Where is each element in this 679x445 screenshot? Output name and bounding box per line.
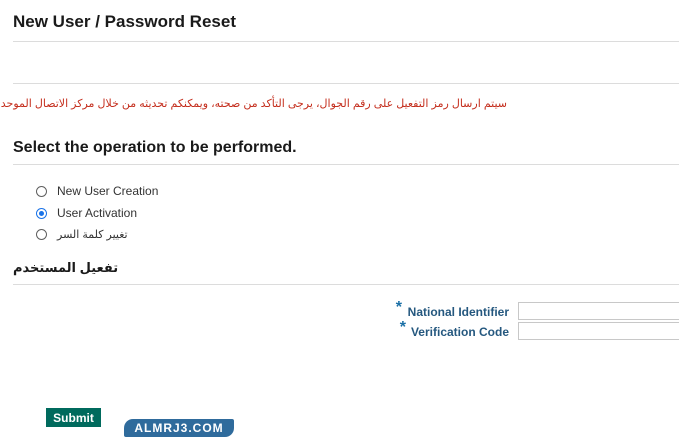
radio-button-unselected[interactable] xyxy=(36,185,47,197)
verification-code-input[interactable] xyxy=(518,322,679,340)
national-identifier-row: * National Identifier xyxy=(0,299,679,320)
activation-divider xyxy=(13,284,679,285)
notice-divider-top xyxy=(13,83,679,84)
required-indicator: * xyxy=(399,319,406,336)
title-divider xyxy=(13,41,679,42)
radio-button-unselected[interactable] xyxy=(36,229,47,240)
user-activation-title: تفعيل المستخدم xyxy=(13,260,119,275)
national-identifier-input[interactable] xyxy=(518,302,679,320)
radio-user-activation[interactable]: User Activation xyxy=(36,206,137,220)
radio-change-password[interactable]: تغيير كلمة السر xyxy=(36,228,128,241)
operation-divider xyxy=(13,164,679,165)
radio-label: New User Creation xyxy=(57,184,159,198)
page-title: New User / Password Reset xyxy=(13,12,236,31)
national-identifier-label: National Identifier xyxy=(407,305,509,319)
radio-new-user-creation[interactable]: New User Creation xyxy=(36,184,158,198)
verification-code-label: Verification Code xyxy=(410,325,509,339)
submit-button[interactable]: Submit xyxy=(46,408,101,427)
radio-label: User Activation xyxy=(57,206,138,220)
required-indicator: * xyxy=(395,299,402,316)
radio-label: تغيير كلمة السر xyxy=(57,229,128,241)
verification-code-row: * Verification Code xyxy=(0,319,679,340)
activation-code-notice: سيتم ارسال رمز التفعيل على رقم الجوال، ي… xyxy=(0,98,507,110)
radio-button-selected[interactable] xyxy=(36,207,47,219)
watermark-logo: ALMRJ3.COM xyxy=(124,419,234,437)
operation-section-title: Select the operation to be performed. xyxy=(13,139,297,156)
password-reset-page: New User / Password Reset سيتم ارسال رمز… xyxy=(0,0,679,445)
